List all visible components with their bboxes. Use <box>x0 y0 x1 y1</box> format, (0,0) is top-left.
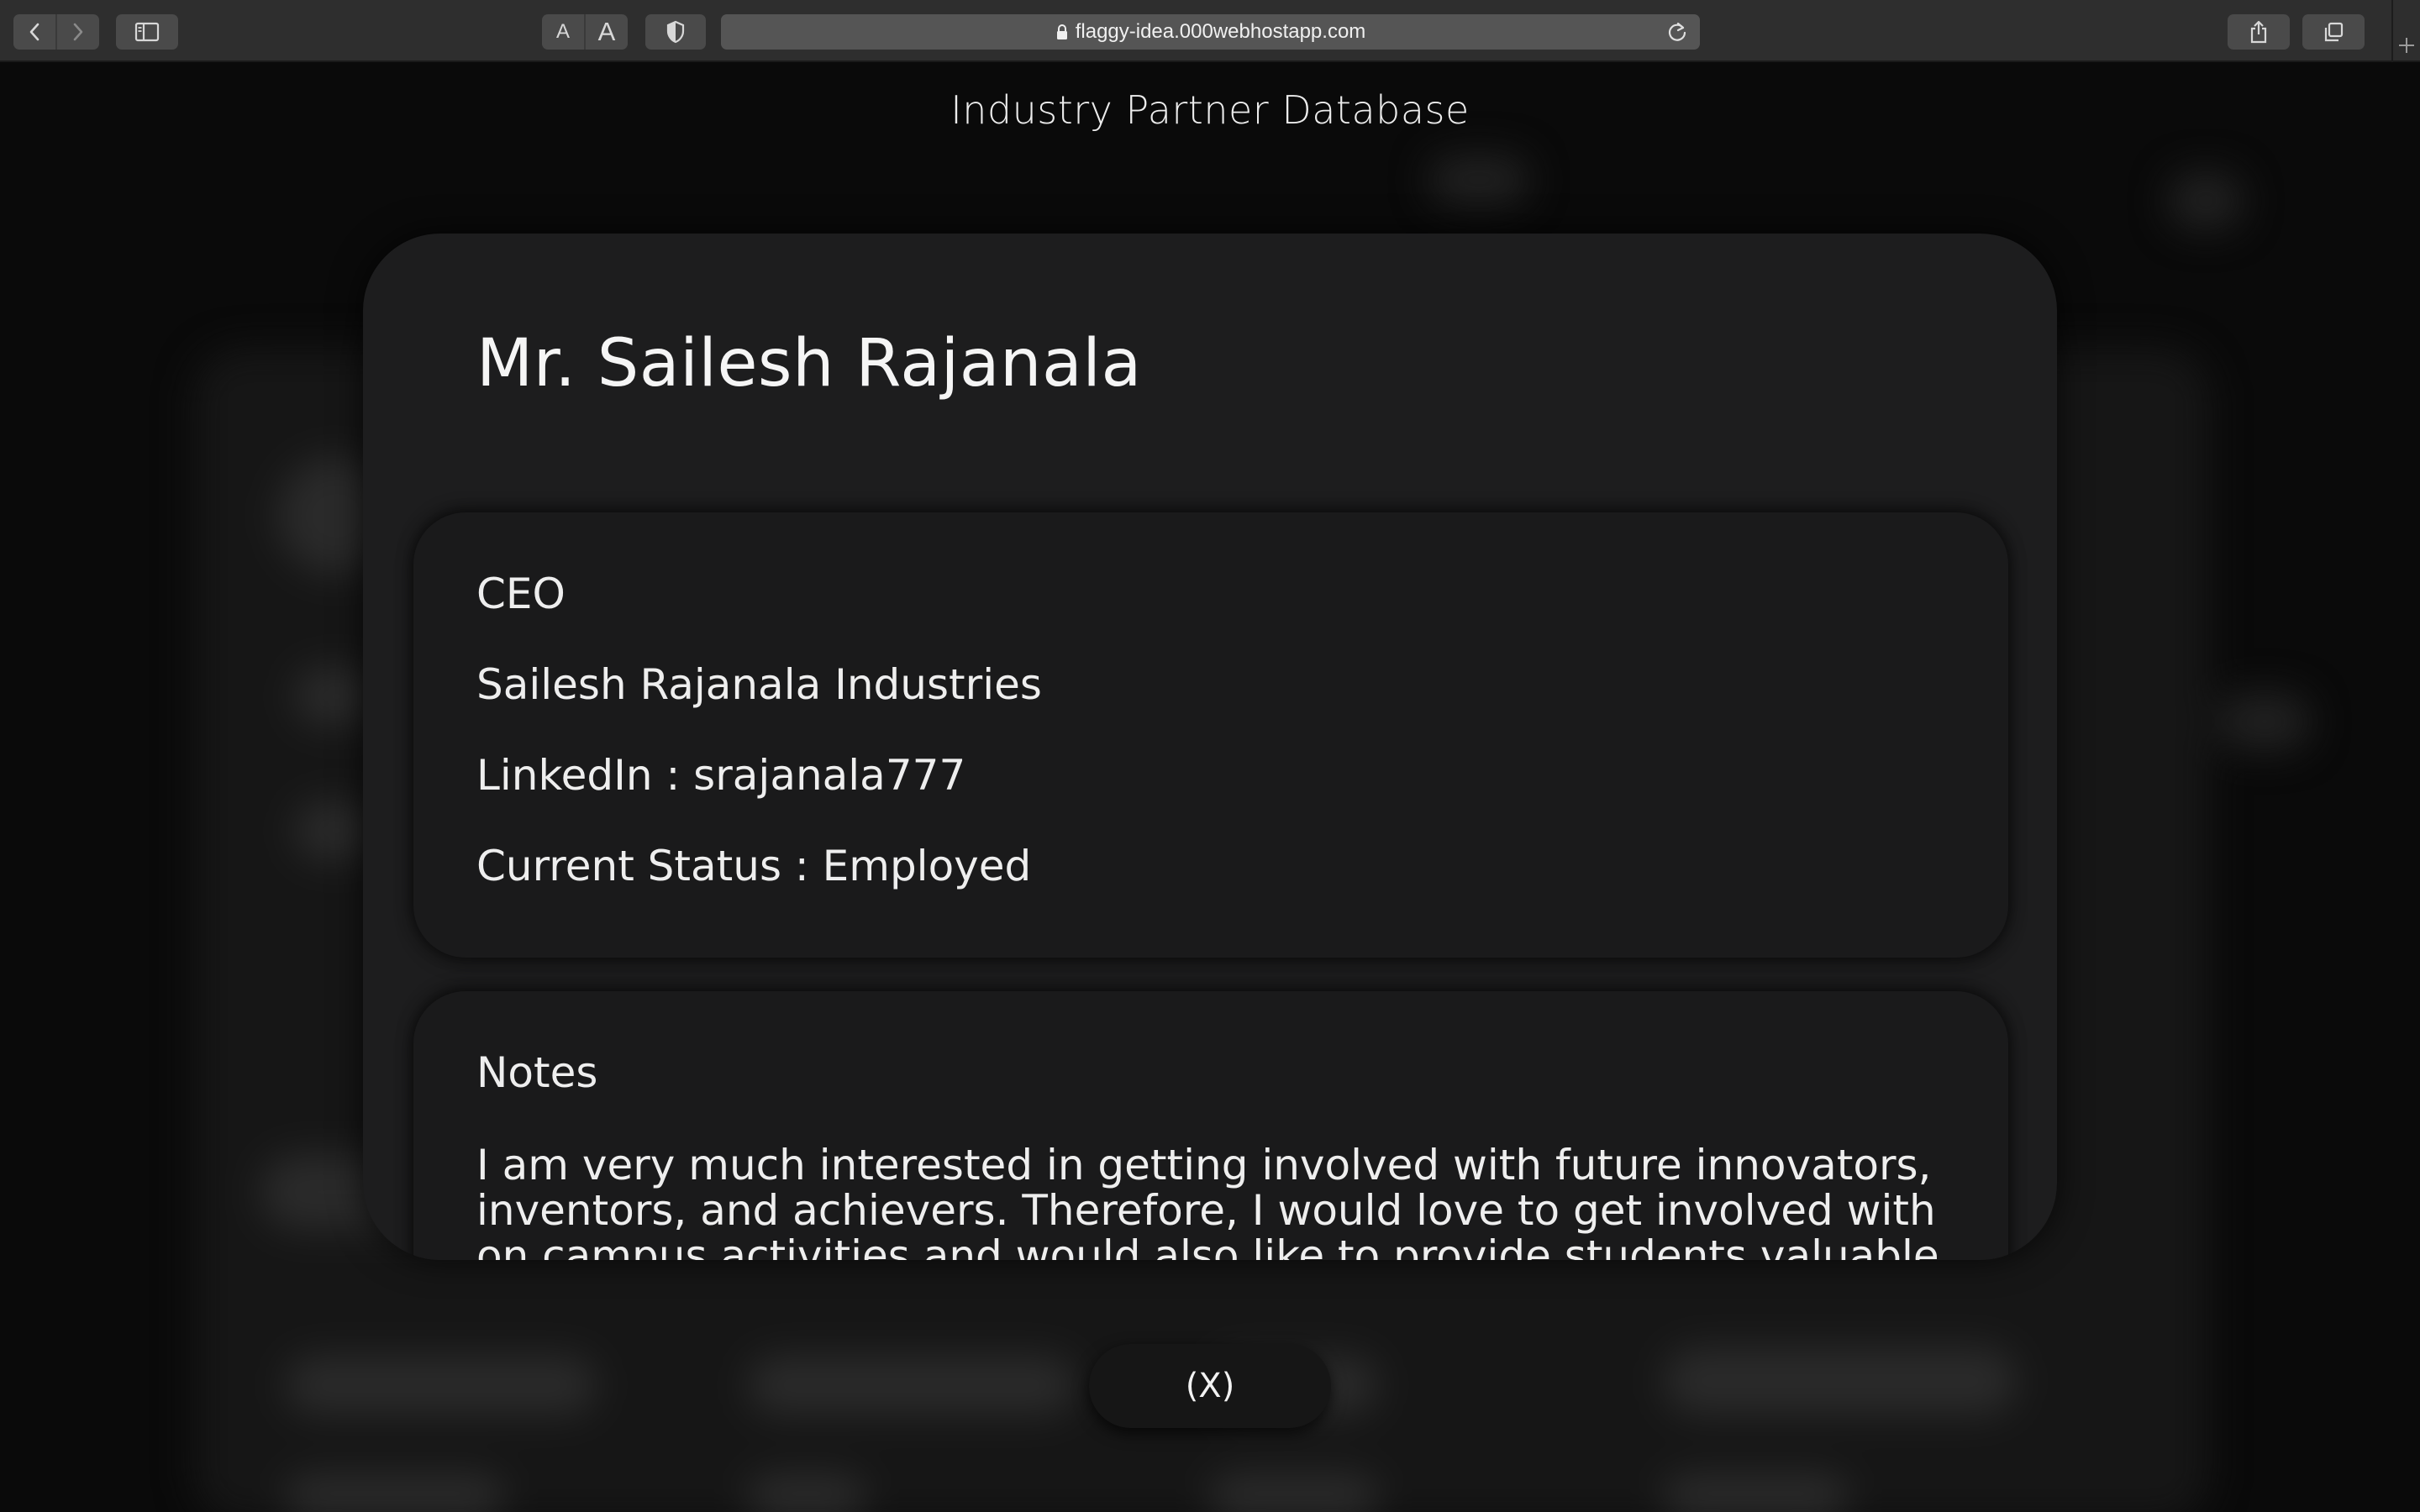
sidebar-toggle-button[interactable] <box>116 14 178 50</box>
address-bar[interactable]: flaggy-idea.000webhostapp.com <box>721 14 1700 50</box>
chevron-left-icon <box>29 23 39 41</box>
partner-status: Current Status : Employed <box>476 842 1032 890</box>
partner-name: Mr. Sailesh Rajanala <box>476 326 1142 402</box>
lock-icon <box>1056 24 1067 39</box>
notes-card[interactable]: Notes I am very much interested in getti… <box>413 991 2008 1260</box>
plus-icon <box>2399 38 2414 53</box>
forward-button[interactable] <box>57 14 99 50</box>
partner-company: Sailesh Rajanala Industries <box>476 660 1042 709</box>
partner-detail-modal: Mr. Sailesh Rajanala CEO Sailesh Rajanal… <box>363 234 2057 1260</box>
increase-text-size-button[interactable]: A <box>586 14 628 50</box>
shield-icon <box>666 20 685 44</box>
chevron-right-icon <box>73 23 83 41</box>
sidebar-icon <box>134 22 160 42</box>
notes-text: I am very much interested in getting inv… <box>476 1141 1939 1260</box>
notes-heading: Notes <box>476 1048 598 1097</box>
page-title: Industry Partner Database <box>950 87 1470 133</box>
new-tab-button[interactable] <box>2391 0 2420 62</box>
reload-icon[interactable] <box>1666 21 1688 43</box>
partner-linkedin: LinkedIn : srajanala777 <box>476 751 966 800</box>
text-size-buttons: A A <box>542 14 628 50</box>
page-content: Industry Partner Database Mr. Sailesh Ra… <box>0 62 2420 1512</box>
tabs-icon <box>2324 22 2344 42</box>
back-button[interactable] <box>13 14 57 50</box>
partner-title: CEO <box>476 570 566 618</box>
share-button[interactable] <box>2228 14 2290 50</box>
share-icon <box>2250 20 2267 44</box>
privacy-report-button[interactable] <box>645 14 706 50</box>
url-text: flaggy-idea.000webhostapp.com <box>1075 20 1366 43</box>
navigation-buttons <box>13 14 99 50</box>
browser-toolbar: A A flaggy-idea.000webhostapp.com <box>0 0 2420 62</box>
partner-details-card: CEO Sailesh Rajanala Industries LinkedIn… <box>413 512 2008 958</box>
tab-overview-button[interactable] <box>2302 14 2365 50</box>
decrease-text-size-button[interactable]: A <box>542 14 586 50</box>
close-button[interactable]: (X) <box>1089 1344 1331 1428</box>
